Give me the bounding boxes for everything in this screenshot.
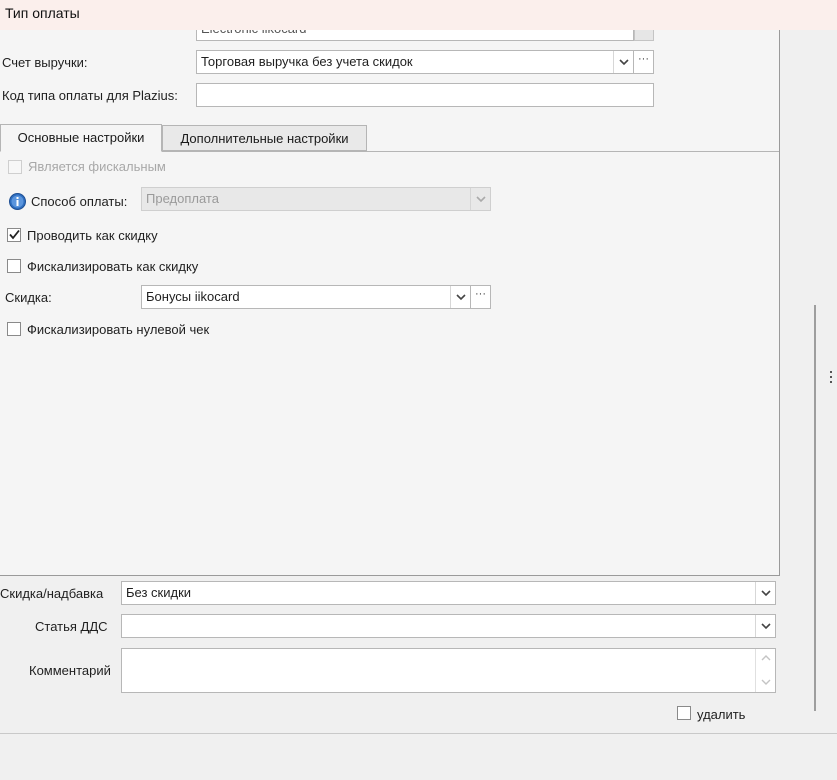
ellipsis-icon[interactable]: ··· bbox=[470, 285, 491, 309]
window-title-bar: Тип оплаты bbox=[0, 0, 837, 30]
tab-additional-settings[interactable]: Дополнительные настройки bbox=[162, 125, 367, 151]
window-title: Тип оплаты bbox=[5, 5, 80, 21]
discount-select[interactable]: Бонусы iikocard bbox=[141, 285, 471, 309]
zero-check-checkbox[interactable] bbox=[7, 322, 21, 336]
fiscalize-discount-checkbox[interactable] bbox=[7, 259, 21, 273]
payment-method-label: Способ оплаты: bbox=[31, 194, 128, 209]
delete-label: удалить bbox=[697, 707, 746, 722]
chevron-down-icon[interactable] bbox=[450, 286, 470, 308]
dds-item-label: Статья ДДС bbox=[35, 619, 108, 634]
discount-surcharge-value: Без скидки bbox=[126, 585, 192, 600]
as-discount-checkbox[interactable] bbox=[7, 228, 21, 242]
discount-value: Бонусы iikocard bbox=[146, 289, 240, 304]
plazius-code-label: Код типа оплаты для Plazius: bbox=[2, 88, 178, 103]
top-partial-field[interactable]: Electronic iikocard bbox=[196, 30, 634, 41]
comment-textarea[interactable] bbox=[121, 648, 776, 693]
top-partial-label: ────────── bbox=[0, 30, 92, 35]
discount-surcharge-select[interactable]: Без скидки bbox=[121, 581, 776, 605]
payment-method-value: Предоплата bbox=[146, 191, 219, 206]
checkmark-icon bbox=[9, 229, 20, 240]
scroll-down-arrow-icon[interactable] bbox=[761, 679, 771, 685]
revenue-account-value: Торговая выручка без учета скидок bbox=[201, 54, 413, 69]
revenue-account-select[interactable]: Торговая выручка без учета скидок bbox=[196, 50, 634, 74]
comment-scrollbar[interactable] bbox=[755, 649, 775, 692]
tab-main-settings-label: Основные настройки bbox=[17, 130, 145, 145]
bottom-strip bbox=[0, 734, 837, 780]
payment-method-select[interactable]: Предоплата bbox=[141, 187, 491, 211]
discount-surcharge-label: Скидка/надбавка bbox=[0, 586, 104, 601]
vertical-scrollbar[interactable] bbox=[814, 305, 816, 711]
top-partial-button[interactable] bbox=[634, 30, 654, 41]
chevron-down-icon[interactable] bbox=[755, 615, 775, 637]
tab-main-settings[interactable]: Основные настройки bbox=[0, 124, 162, 152]
scroll-up-arrow-icon[interactable] bbox=[761, 655, 771, 661]
discount-label: Скидка: bbox=[5, 290, 52, 305]
as-discount-label: Проводить как скидку bbox=[27, 228, 158, 243]
fiscal-checkbox[interactable] bbox=[8, 160, 22, 174]
plazius-code-input[interactable] bbox=[196, 83, 654, 107]
dds-item-select[interactable] bbox=[121, 614, 776, 638]
tab-additional-settings-label: Дополнительные настройки bbox=[180, 131, 349, 146]
revenue-account-label: Счет выручки: bbox=[2, 55, 88, 70]
chevron-down-icon[interactable] bbox=[470, 188, 490, 210]
splitter-grip-icon[interactable] bbox=[830, 371, 834, 389]
delete-checkbox[interactable] bbox=[677, 706, 691, 720]
chevron-down-icon[interactable] bbox=[613, 51, 633, 73]
comment-label: Комментарий bbox=[29, 663, 111, 678]
zero-check-label: Фискализировать нулевой чек bbox=[27, 322, 210, 337]
info-icon[interactable] bbox=[9, 193, 26, 210]
ellipsis-icon[interactable]: ··· bbox=[633, 50, 654, 74]
chevron-down-icon[interactable] bbox=[755, 582, 775, 604]
fiscalize-discount-label: Фискализировать как скидку bbox=[27, 259, 199, 274]
fiscal-label: Является фискальным bbox=[28, 159, 166, 174]
settings-panel: ────────── Electronic iikocard Счет выру… bbox=[0, 30, 780, 576]
